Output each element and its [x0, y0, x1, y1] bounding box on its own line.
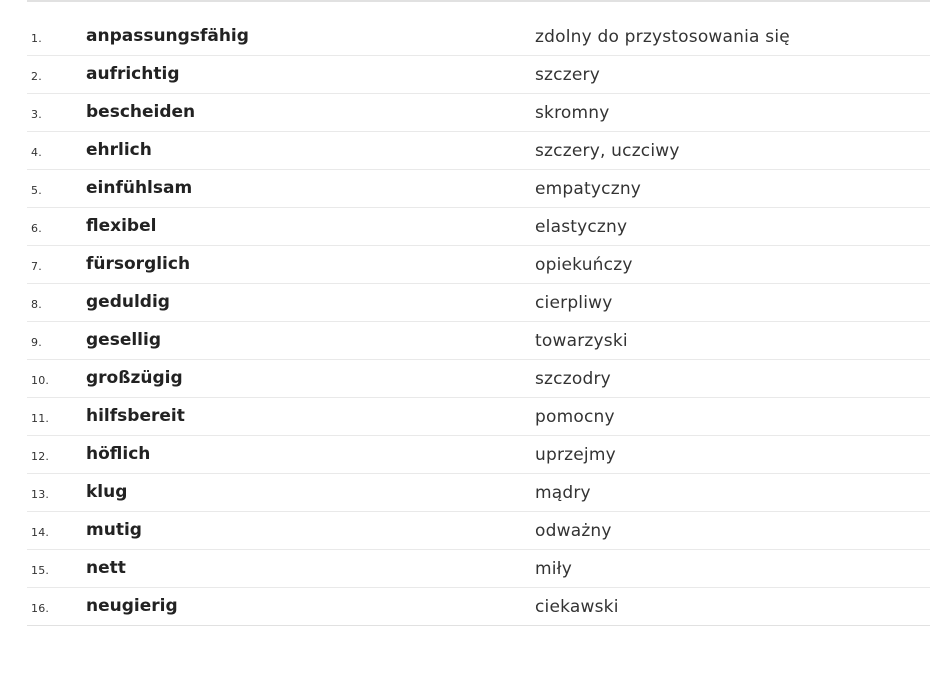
table-row: 16. neugierig ciekawski [27, 588, 930, 626]
polish-translation: zdolny do przystosowania się [535, 27, 790, 47]
vocabulary-table: 1. anpassungsfähig zdolny do przystosowa… [27, 18, 930, 626]
table-row: 14. mutig odważny [27, 512, 930, 550]
row-number: 10. [31, 374, 50, 387]
row-number: 8. [31, 298, 42, 311]
row-number: 15. [31, 564, 50, 577]
polish-translation: empatyczny [535, 179, 642, 199]
german-word: anpassungsfähig [86, 26, 249, 46]
polish-translation: miły [535, 559, 572, 579]
table-row: 13. klug mądry [27, 474, 930, 512]
polish-translation: cierpliwy [535, 293, 613, 313]
table-row: 10. großzügig szczodry [27, 360, 930, 398]
row-number: 13. [31, 488, 50, 501]
german-word: klug [86, 482, 128, 502]
german-word: geduldig [86, 292, 170, 312]
german-word: großzügig [86, 368, 183, 388]
german-word: nett [86, 558, 126, 578]
german-word: mutig [86, 520, 142, 540]
row-number: 14. [31, 526, 50, 539]
german-word: ehrlich [86, 140, 152, 160]
polish-translation: opiekuńczy [535, 255, 633, 275]
polish-translation: uprzejmy [535, 445, 616, 465]
table-row: 9. gesellig towarzyski [27, 322, 930, 360]
table-row: 3. bescheiden skromny [27, 94, 930, 132]
polish-translation: pomocny [535, 407, 615, 427]
polish-translation: mądry [535, 483, 591, 503]
row-number: 3. [31, 108, 42, 121]
table-row: 5. einfühlsam empatyczny [27, 170, 930, 208]
row-number: 4. [31, 146, 42, 159]
table-row: 12. höflich uprzejmy [27, 436, 930, 474]
top-divider [27, 0, 930, 2]
table-row: 11. hilfsbereit pomocny [27, 398, 930, 436]
row-number: 16. [31, 602, 50, 615]
table-row: 15. nett miły [27, 550, 930, 588]
german-word: höflich [86, 444, 151, 464]
polish-translation: odważny [535, 521, 612, 541]
row-number: 7. [31, 260, 42, 273]
row-number: 2. [31, 70, 42, 83]
polish-translation: szczery [535, 65, 600, 85]
table-row: 8. geduldig cierpliwy [27, 284, 930, 322]
polish-translation: szczodry [535, 369, 611, 389]
german-word: flexibel [86, 216, 157, 236]
table-row: 4. ehrlich szczery, uczciwy [27, 132, 930, 170]
table-row: 6. flexibel elastyczny [27, 208, 930, 246]
german-word: bescheiden [86, 102, 196, 122]
german-word: gesellig [86, 330, 161, 350]
polish-translation: ciekawski [535, 597, 619, 617]
polish-translation: elastyczny [535, 217, 628, 237]
polish-translation: towarzyski [535, 331, 628, 351]
table-row: 7. fürsorglich opiekuńczy [27, 246, 930, 284]
german-word: hilfsbereit [86, 406, 185, 426]
german-word: einfühlsam [86, 178, 193, 198]
row-number: 6. [31, 222, 42, 235]
row-number: 1. [31, 32, 42, 45]
table-row: 1. anpassungsfähig zdolny do przystosowa… [27, 18, 930, 56]
polish-translation: skromny [535, 103, 610, 123]
german-word: neugierig [86, 596, 178, 616]
polish-translation: szczery, uczciwy [535, 141, 680, 161]
german-word: fürsorglich [86, 254, 191, 274]
row-number: 9. [31, 336, 42, 349]
table-row: 2. aufrichtig szczery [27, 56, 930, 94]
german-word: aufrichtig [86, 64, 180, 84]
row-number: 12. [31, 450, 50, 463]
row-number: 5. [31, 184, 42, 197]
row-number: 11. [31, 412, 50, 425]
